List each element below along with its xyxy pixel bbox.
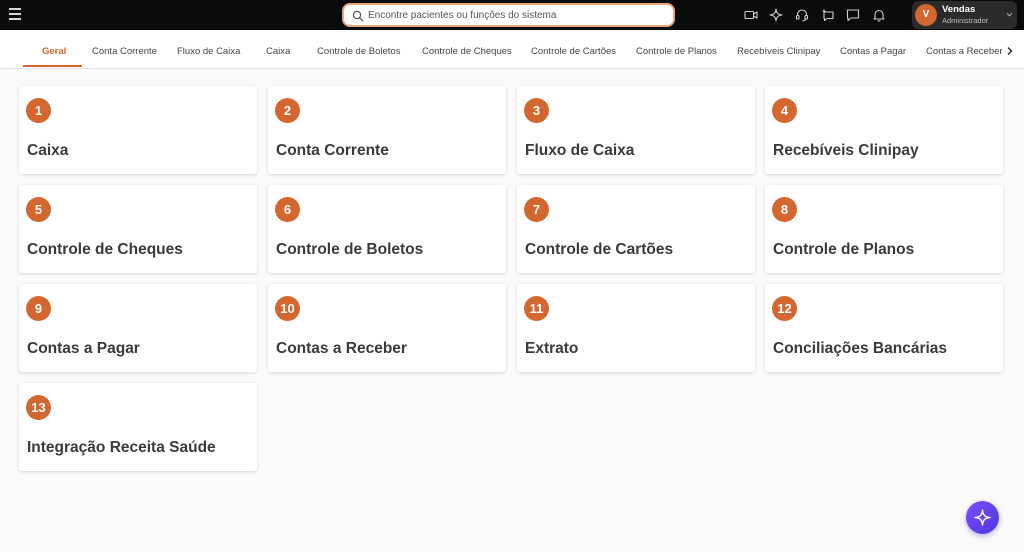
card-number-badge: 3 [524,98,549,123]
user-menu[interactable]: V Vendas Administrador [912,1,1017,29]
video-icon[interactable] [744,8,758,22]
tab-conta-corrente[interactable]: Conta Corrente [92,30,157,68]
chevron-right-icon[interactable] [1006,46,1014,56]
tab-fluxo-de-caixa[interactable]: Fluxo de Caixa [177,30,240,68]
bell-icon[interactable] [872,8,886,22]
card-title: Conciliações Bancárias [773,340,948,357]
card-number-badge: 13 [26,395,51,420]
card-title: Recebíveis Clinipay [773,142,919,159]
tab-list: Geral Conta Corrente Fluxo de Caixa Caix… [0,30,1003,68]
search-box[interactable] [342,3,675,27]
card-title: Fluxo de Caixa [525,142,635,159]
card-number-badge: 12 [772,296,797,321]
card-controle-de-cartoes[interactable]: 7 Controle de Cartões [517,185,755,273]
avatar: V [915,4,937,26]
tab-recebiveis-clinipay[interactable]: Recebíveis Clinipay [737,30,820,68]
card-number-badge: 10 [275,296,300,321]
card-title: Controle de Cartões [525,241,674,258]
card-controle-de-cheques[interactable]: 5 Controle de Cheques [19,185,257,273]
card-title: Contas a Receber [276,340,407,357]
tab-caixa[interactable]: Caixa [266,30,290,68]
card-controle-de-planos[interactable]: 8 Controle de Planos [765,185,1003,273]
card-title: Controle de Boletos [276,241,424,258]
card-title: Integração Receita Saúde [27,439,216,456]
card-number-badge: 4 [772,98,797,123]
chat-icon[interactable] [846,8,860,22]
card-integracao-receita-saude[interactable]: 13 Integração Receita Saúde [19,383,257,471]
tab-geral[interactable]: Geral [42,30,66,68]
card-caixa[interactable]: 1 Caixa [19,86,257,174]
card-number-badge: 8 [772,197,797,222]
tab-contas-a-pagar[interactable]: Contas a Pagar [840,30,906,68]
card-number-badge: 5 [26,197,51,222]
user-role: Administrador [942,16,989,25]
menu-icon[interactable] [9,8,21,20]
sparkle-icon [974,509,991,526]
card-title: Controle de Cheques [27,241,183,258]
card-title: Caixa [27,142,69,159]
tab-controle-de-cheques[interactable]: Controle de Cheques [422,30,512,68]
card-fluxo-de-caixa[interactable]: 3 Fluxo de Caixa [517,86,755,174]
card-conta-corrente[interactable]: 2 Conta Corrente [268,86,506,174]
search-icon [352,10,364,22]
tab-controle-de-planos[interactable]: Controle de Planos [636,30,717,68]
headset-icon[interactable] [795,8,809,22]
card-title: Conta Corrente [276,142,389,159]
card-number-badge: 7 [524,197,549,222]
card-contas-a-receber[interactable]: 10 Contas a Receber [268,284,506,372]
tabs-bar: Geral Conta Corrente Fluxo de Caixa Caix… [0,30,1024,69]
active-tab-indicator [23,65,82,67]
card-controle-de-boletos[interactable]: 6 Controle de Boletos [268,185,506,273]
card-recebiveis-clinipay[interactable]: 4 Recebíveis Clinipay [765,86,1003,174]
search-input[interactable] [368,7,668,23]
user-name: Vendas [942,4,976,15]
card-number-badge: 11 [524,296,549,321]
card-number-badge: 9 [26,296,51,321]
card-number-badge: 6 [275,197,300,222]
card-contas-a-pagar[interactable]: 9 Contas a Pagar [19,284,257,372]
sparkle-icon[interactable] [769,8,783,22]
card-title: Extrato [525,340,579,357]
tab-controle-de-boletos[interactable]: Controle de Boletos [317,30,400,68]
card-title: Controle de Planos [773,241,915,258]
card-extrato[interactable]: 11 Extrato [517,284,755,372]
chevron-down-icon [1006,12,1013,17]
assistant-fab-button[interactable] [966,501,999,534]
card-number-badge: 1 [26,98,51,123]
card-title: Contas a Pagar [27,340,140,357]
card-number-badge: 2 [275,98,300,123]
tab-contas-a-receber[interactable]: Contas a Receber [926,30,1003,68]
top-bar: V Vendas Administrador [0,0,1024,30]
card-conciliacoes-bancarias[interactable]: 12 Conciliações Bancárias [765,284,1003,372]
tab-controle-de-cartoes[interactable]: Controle de Cartões [531,30,616,68]
ai-chat-icon[interactable] [821,8,835,22]
